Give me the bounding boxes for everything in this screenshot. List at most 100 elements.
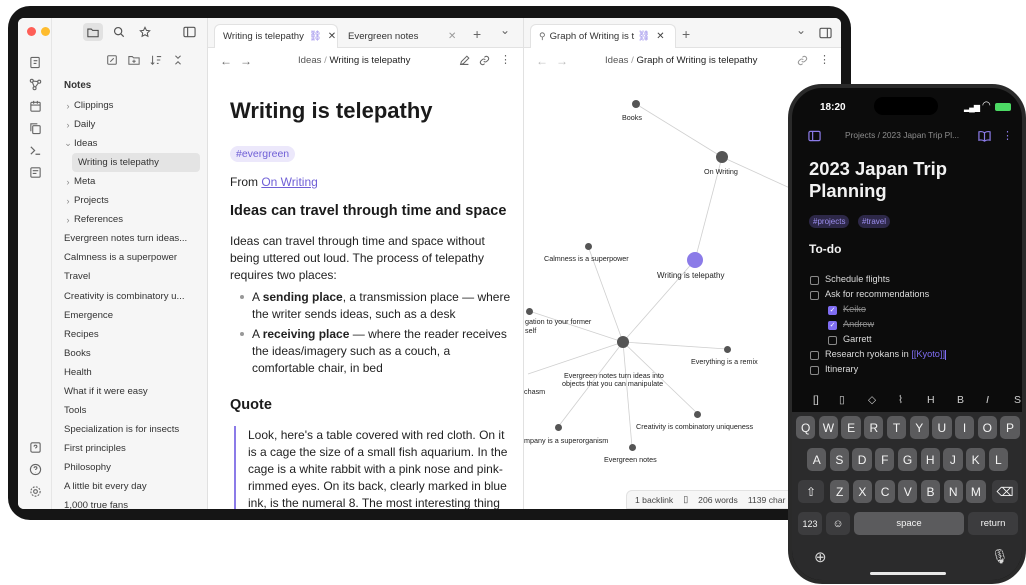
chevron-right-icon[interactable]: › [62,101,74,111]
close-icon[interactable]: ✕ [656,31,664,42]
graph-node-on-writing[interactable] [716,151,728,163]
more-options-icon[interactable]: ⋮ [1002,129,1013,142]
key-t[interactable]: T [886,416,907,439]
key-v[interactable]: V [898,480,918,503]
sidebar-tree-item[interactable]: Tools [52,401,208,420]
sidebar-tree-item[interactable]: First principles [52,439,208,458]
file-icon[interactable]: ▯ [839,394,845,406]
folder-icon[interactable] [83,23,103,41]
collapse-all-icon[interactable] [170,52,186,68]
graph-view-icon[interactable] [26,75,44,93]
close-icon[interactable]: ✕ [448,31,456,42]
reading-view-icon[interactable] [976,128,992,144]
checkbox[interactable] [810,351,819,360]
sidebar-tree-item[interactable]: › Clippings [52,96,208,115]
sidebar-tree-item[interactable]: A little bit every day [52,477,208,496]
new-tab-button[interactable]: + [473,26,481,42]
tab-writing-is-telepathy[interactable]: Writing is telepathy ⛓ ✕ [214,24,338,48]
sidebar-tree-item[interactable]: ⌄ Ideas [52,134,208,153]
graph-node-remix[interactable] [724,346,731,353]
key-u[interactable]: U [932,416,952,439]
right-sidebar-toggle-icon[interactable] [816,24,834,42]
graph-node-evergreen-turn[interactable] [617,336,629,348]
bookmark-star-icon[interactable] [136,23,154,41]
new-note-icon[interactable] [104,52,120,68]
internal-link[interactable]: [[Kyoto]] [911,349,945,359]
checkbox[interactable] [810,276,819,285]
sidebar-tree-item[interactable]: Travel [52,267,208,286]
close-dot[interactable] [27,27,36,36]
checkbox-checked[interactable]: ✓ [828,306,837,315]
key-n[interactable]: N [943,480,963,503]
forward-arrow-icon[interactable]: → [556,54,568,68]
help-icon[interactable] [26,460,44,478]
chevron-right-icon[interactable]: › [62,196,74,206]
sidebar-tree-item[interactable]: Philosophy [52,458,208,477]
key-e[interactable]: E [841,416,861,439]
breadcrumb-title[interactable]: Writing is telepathy [330,55,411,66]
sidebar-tree-item[interactable]: Evergreen notes turn ideas... [52,229,208,248]
wikilink-button[interactable]: [] [813,394,819,406]
new-folder-icon[interactable] [126,52,142,68]
key-b[interactable]: B [920,480,941,503]
tab-evergreen-notes[interactable]: Evergreen notes ✕ [340,24,464,48]
more-options-icon[interactable]: ⋮ [500,53,511,66]
tag-evergreen[interactable]: #evergreen [230,146,296,162]
graph-node-calmness[interactable] [585,243,592,250]
back-arrow-icon[interactable]: ← [536,54,548,68]
open-switcher-icon[interactable] [26,53,44,71]
tab-list-chevron-icon[interactable]: ⌄ [796,23,806,37]
chevron-right-icon[interactable]: › [62,177,74,187]
sidebar-toggle-icon[interactable] [180,23,198,41]
sidebar-tree-item[interactable]: › Projects [52,191,208,210]
graph-node-company[interactable] [555,424,562,431]
checkbox-checked[interactable]: ✓ [828,321,837,330]
space-key[interactable]: space [854,512,964,535]
sidebar-tree-item[interactable]: Writing is telepathy [72,153,200,173]
key-f[interactable]: F [875,448,895,471]
microphone-icon[interactable]: 🎙 [991,548,1009,565]
link-icon[interactable] [794,52,810,68]
close-icon[interactable]: ✕ [328,31,336,42]
sidebar-tree-item[interactable]: Emergence [52,306,208,325]
edit-pencil-icon[interactable] [456,52,472,68]
attachment-icon[interactable]: ⌇ [898,394,903,406]
graph-node-navigation[interactable] [526,308,533,315]
key-m[interactable]: M [966,480,986,503]
bold-button[interactable]: B [957,394,964,406]
tab-graph[interactable]: ⚲ Graph of Writing is t ⛓ ✕ [530,24,676,48]
key-r[interactable]: R [864,416,884,439]
from-link[interactable]: On Writing [261,175,317,189]
tab-list-chevron-icon[interactable]: ⌄ [500,23,510,37]
tag-projects[interactable]: #projects [809,215,850,228]
sidebar-tree-item[interactable]: › References [52,210,208,229]
key-h[interactable]: H [920,448,940,471]
breadcrumb-folder[interactable]: Ideas [298,55,321,66]
settings-gear-icon[interactable] [26,482,44,500]
checkbox[interactable] [810,291,819,300]
sidebar-toggle-icon[interactable] [806,128,822,144]
key-g[interactable]: G [897,448,918,471]
reading-mode-icon[interactable]: ▯ [683,494,688,505]
chevron-down-icon[interactable]: ⌄ [62,138,74,149]
note-composer-icon[interactable] [26,163,44,181]
tag-icon[interactable]: ◇ [868,394,876,406]
sidebar-tree-item[interactable]: Calmness is a superpower [52,248,208,267]
sidebar-tree-item[interactable]: › Meta [52,172,208,191]
tag-travel[interactable]: #travel [858,215,891,228]
key-k[interactable]: K [965,448,986,471]
sidebar-tree-item[interactable]: › Daily [52,115,208,134]
key-c[interactable]: C [875,480,895,503]
terminal-icon[interactable] [26,141,44,159]
sidebar-tree-item[interactable]: Specialization is for insects [52,420,208,439]
checkbox[interactable] [810,366,819,375]
key-q[interactable]: Q [796,416,816,439]
heading-button[interactable]: H [927,394,935,406]
backlink-count[interactable]: 1 backlink [635,495,673,505]
sidebar-tree-item[interactable]: Creativity is combinatory u... [52,287,208,306]
breadcrumb-title[interactable]: Graph of Writing is telepathy [637,55,758,66]
numbers-key[interactable]: 123 [798,512,822,535]
graph-node-creativity[interactable] [694,411,701,418]
key-s[interactable]: S [829,448,850,471]
calendar-icon[interactable] [26,97,44,115]
